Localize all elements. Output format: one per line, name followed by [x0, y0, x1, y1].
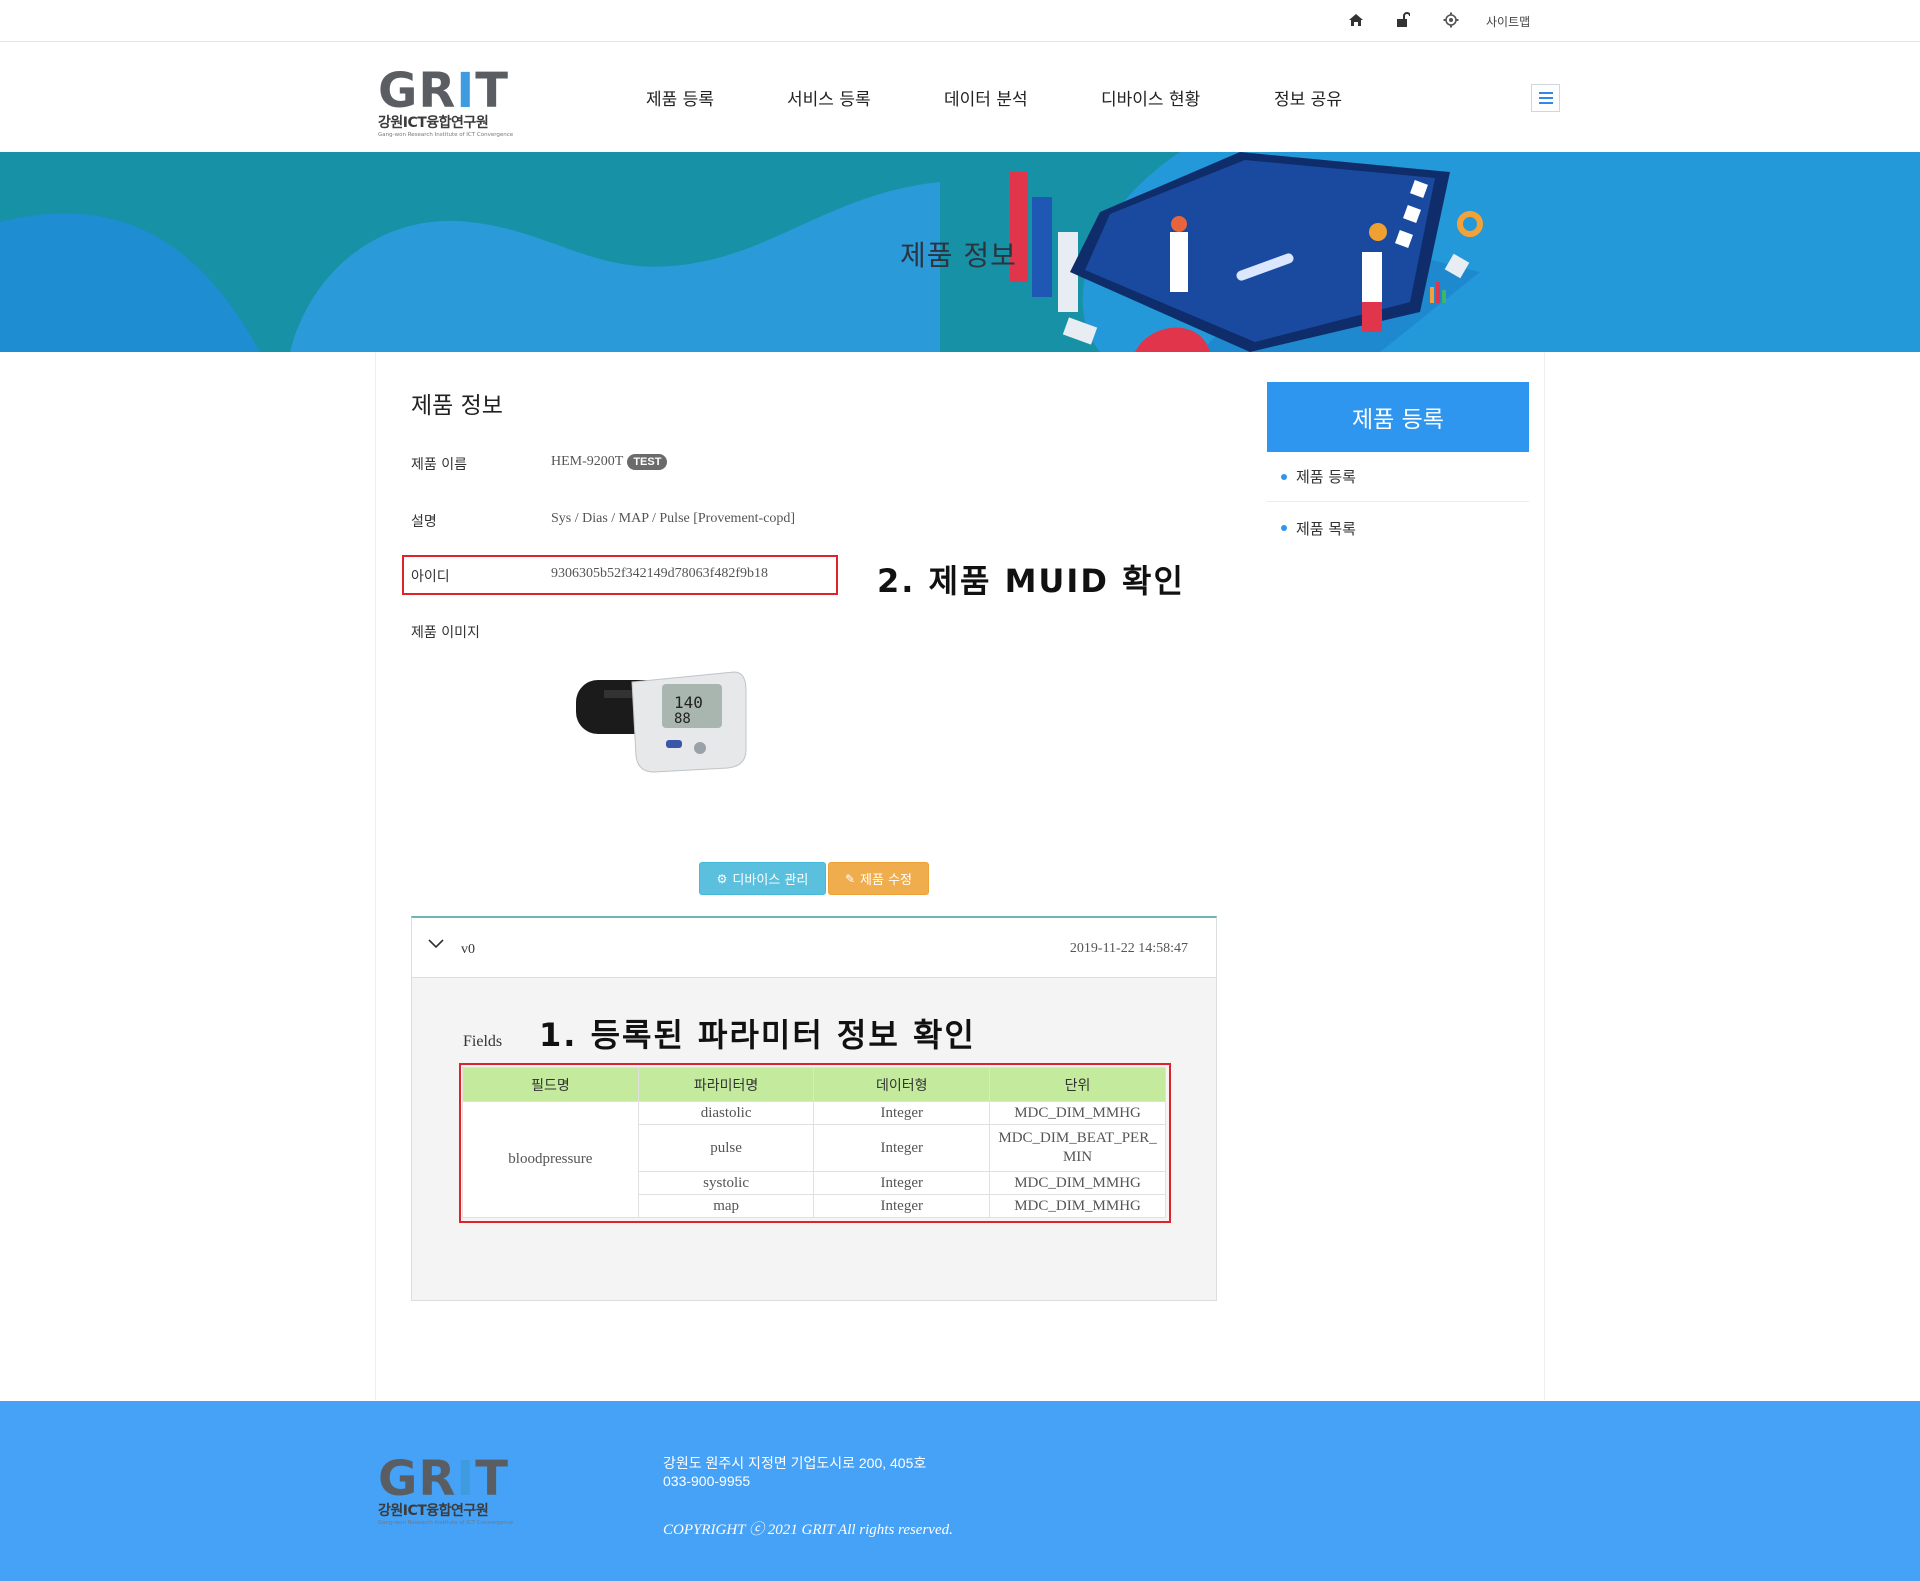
version-date: 2019-11-22 14:58:47 [1069, 941, 1188, 956]
edit-icon: ✎ [844, 871, 856, 886]
footer-address: 강원도 원주시 지정면 기업도시로 200, 405호 [663, 1455, 927, 1471]
chevron-down-icon[interactable] [428, 938, 444, 950]
logo-main: GRIT [378, 63, 509, 119]
product-edit-label: 제품 수정 [860, 873, 913, 888]
product-edit-button[interactable]: ✎ 제품 수정 [828, 862, 929, 895]
nav-product-register[interactable]: 제품 등록 [646, 85, 714, 110]
nav-data-analysis[interactable]: 데이터 분석 [944, 85, 1028, 110]
product-name-label: 제품 이름 [411, 457, 467, 473]
nav-device-status[interactable]: 디바이스 현황 [1101, 85, 1200, 110]
sidebar-title: 제품 등록 [1267, 382, 1529, 452]
device-manage-button[interactable]: ⚙ 디바이스 관리 [699, 862, 826, 895]
sidebar-item-label: 제품 목록 [1296, 519, 1356, 538]
test-badge: TEST [627, 454, 668, 470]
banner-title: 제품 정보 [900, 239, 1017, 272]
logo-eng: Gang-won Research Institute of ICT Conve… [378, 132, 514, 138]
bullet-icon [1281, 525, 1287, 531]
sidebar-item-label: 제품 등록 [1296, 468, 1356, 486]
hamburger-menu-icon[interactable] [1531, 84, 1560, 112]
params-highlight-box [459, 1063, 1171, 1223]
product-image-label: 제품 이미지 [411, 625, 480, 641]
nav-info-share[interactable]: 정보 공유 [1274, 85, 1342, 110]
annotation-muid: 2. 제품 MUID 확인 [877, 562, 1185, 600]
sidebar-item-product-list[interactable]: 제품 목록 [1267, 503, 1529, 553]
bullet-icon [1281, 473, 1287, 480]
header: GRIT 강원ICT융합연구원 Gang-won Research Instit… [0, 42, 1920, 152]
grit-logo[interactable]: GRIT 강원ICT융합연구원 Gang-won Research Instit… [378, 63, 528, 144]
footer-phone: 033-900-9955 [663, 1473, 751, 1489]
fields-label: Fields [463, 1033, 503, 1050]
annotation-params: 1. 등록된 파라미터 정보 확인 [539, 1016, 976, 1054]
unlock-icon[interactable] [1393, 10, 1413, 30]
svg-text:88: 88 [674, 711, 691, 727]
product-name-text: HEM-9200T [551, 454, 624, 470]
description-label: 설명 [411, 514, 437, 530]
sitemap-link[interactable]: 사이트맵 [1486, 13, 1530, 30]
home-icon[interactable] [1346, 10, 1366, 30]
product-name-value: HEM-9200T TEST [551, 454, 668, 470]
version-panel-header[interactable]: v0 2019-11-22 14:58:47 [412, 918, 1216, 978]
device-manage-label: 디바이스 관리 [732, 873, 809, 888]
footer-copyright: COPYRIGHT ⓒ 2021 GRIT All rights reserve… [663, 1522, 953, 1538]
gear-icon: ⚙ [716, 871, 728, 886]
page-banner: 제품 정보 [0, 152, 1920, 352]
id-label: 아이디 [411, 569, 450, 585]
product-image: 140 88 [574, 660, 750, 774]
svg-text:140: 140 [674, 693, 703, 712]
id-value: 9306305b52f342149d78063f482f9b18 [551, 566, 768, 581]
version-label: v0 [461, 942, 475, 957]
gear-icon[interactable] [1441, 10, 1461, 30]
footer-logo: GRIT 강원ICT융합연구원 Gang-won Research Instit… [378, 1451, 528, 1532]
section-title: 제품 정보 [411, 393, 503, 419]
footer-logo-main: GRIT [378, 1451, 509, 1507]
utility-bar: 사이트맵 [0, 0, 1920, 42]
footer-logo-eng: Gang-won Research Institute of ICT Conve… [378, 1520, 514, 1526]
description-value: Sys / Dias / MAP / Pulse [Provement-copd… [551, 511, 796, 526]
nav-service-register[interactable]: 서비스 등록 [787, 85, 871, 110]
sidebar-item-product-register[interactable]: 제품 등록 [1267, 452, 1529, 502]
footer: GRIT 강원ICT융합연구원 Gang-won Research Instit… [0, 1401, 1920, 1581]
